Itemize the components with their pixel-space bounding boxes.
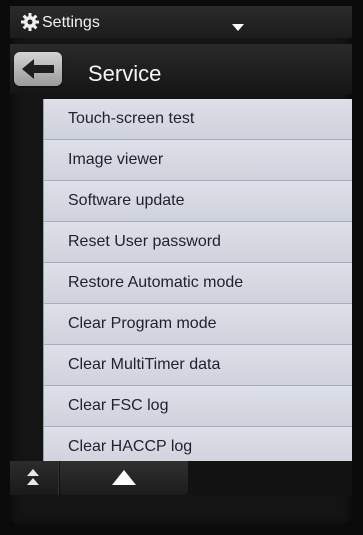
- menu-item-clear-program-mode[interactable]: Clear Program mode: [44, 304, 352, 345]
- double-chevron-up-icon: [27, 469, 39, 485]
- menu-item-restore-automatic-mode[interactable]: Restore Automatic mode: [44, 263, 352, 304]
- title-bar: Service: [10, 44, 352, 94]
- device-screen: Settings Service Touch-screen test Image…: [10, 6, 352, 526]
- menu-item-clear-multitimer-data[interactable]: Clear MultiTimer data: [44, 345, 352, 386]
- scroll-to-top-button[interactable]: [10, 461, 59, 495]
- menu-item-software-update[interactable]: Software update: [44, 181, 352, 222]
- menu-item-clear-fsc-log[interactable]: Clear FSC log: [44, 386, 352, 427]
- bottom-navigation: [10, 461, 352, 495]
- dropdown-arrow-icon[interactable]: [232, 24, 244, 31]
- arrow-left-icon: [22, 59, 54, 79]
- menu-item-reset-user-password[interactable]: Reset User password: [44, 222, 352, 263]
- header-title: Settings: [42, 14, 100, 31]
- menu-item-touch-screen-test[interactable]: Touch-screen test: [44, 99, 352, 140]
- menu-item-image-viewer[interactable]: Image viewer: [44, 140, 352, 181]
- back-button[interactable]: [14, 52, 62, 86]
- gear-icon: [21, 13, 39, 31]
- scroll-up-button[interactable]: [60, 461, 188, 495]
- settings-header[interactable]: Settings: [10, 6, 352, 38]
- page-title: Service: [88, 61, 162, 86]
- service-menu-list: Touch-screen test Image viewer Software …: [43, 99, 352, 468]
- triangle-up-icon: [112, 470, 136, 485]
